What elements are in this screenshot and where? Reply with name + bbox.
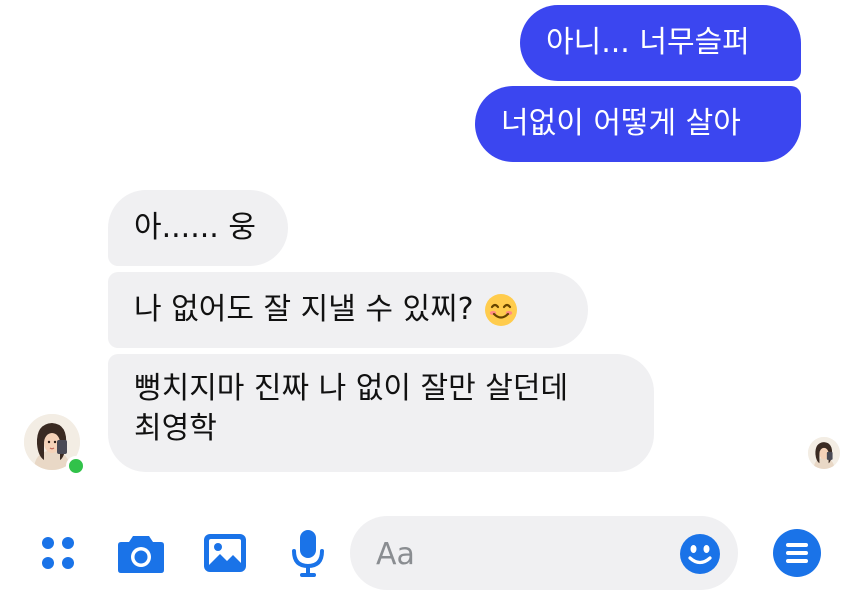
emoji-icon[interactable] — [678, 532, 722, 576]
sent-message[interactable]: 아니... 너무슬퍼 — [520, 5, 801, 81]
received-message[interactable]: 나 없어도 잘 지낼 수 있찌? — [108, 272, 588, 348]
received-message[interactable]: 뻥치지마 진짜 나 없이 잘만 살던데 최영학 — [108, 354, 654, 472]
online-status-indicator — [66, 456, 86, 476]
read-receipt-avatar-icon — [808, 437, 840, 469]
chat-window: 아니... 너무슬퍼 너없이 어떻게 살아 아...... 웅 나 없어도 잘 … — [0, 0, 850, 605]
message-text: 아니... 너무슬퍼 — [546, 25, 750, 60]
message-input[interactable] — [374, 516, 668, 592]
read-receipt-avatar — [808, 437, 840, 469]
sent-message[interactable]: 너없이 어떻게 살아 — [475, 86, 801, 162]
smiling-face-emoji-icon — [484, 294, 517, 326]
message-text: 아...... 웅 — [134, 210, 256, 245]
gallery-icon[interactable] — [201, 530, 249, 576]
message-text-line: 뻥치지마 진짜 나 없이 잘만 살던데 — [134, 371, 569, 406]
message-text: 너없이 어떻게 살아 — [501, 106, 741, 141]
apps-icon[interactable] — [35, 530, 81, 576]
menu-icon[interactable] — [770, 528, 824, 578]
camera-icon[interactable] — [116, 530, 166, 576]
received-message[interactable]: 아...... 웅 — [108, 190, 288, 266]
message-text: 나 없어도 잘 지낼 수 있찌? — [134, 292, 474, 327]
message-text-line: 최영학 — [134, 411, 217, 446]
message-composer — [350, 516, 738, 592]
microphone-icon[interactable] — [286, 528, 330, 578]
